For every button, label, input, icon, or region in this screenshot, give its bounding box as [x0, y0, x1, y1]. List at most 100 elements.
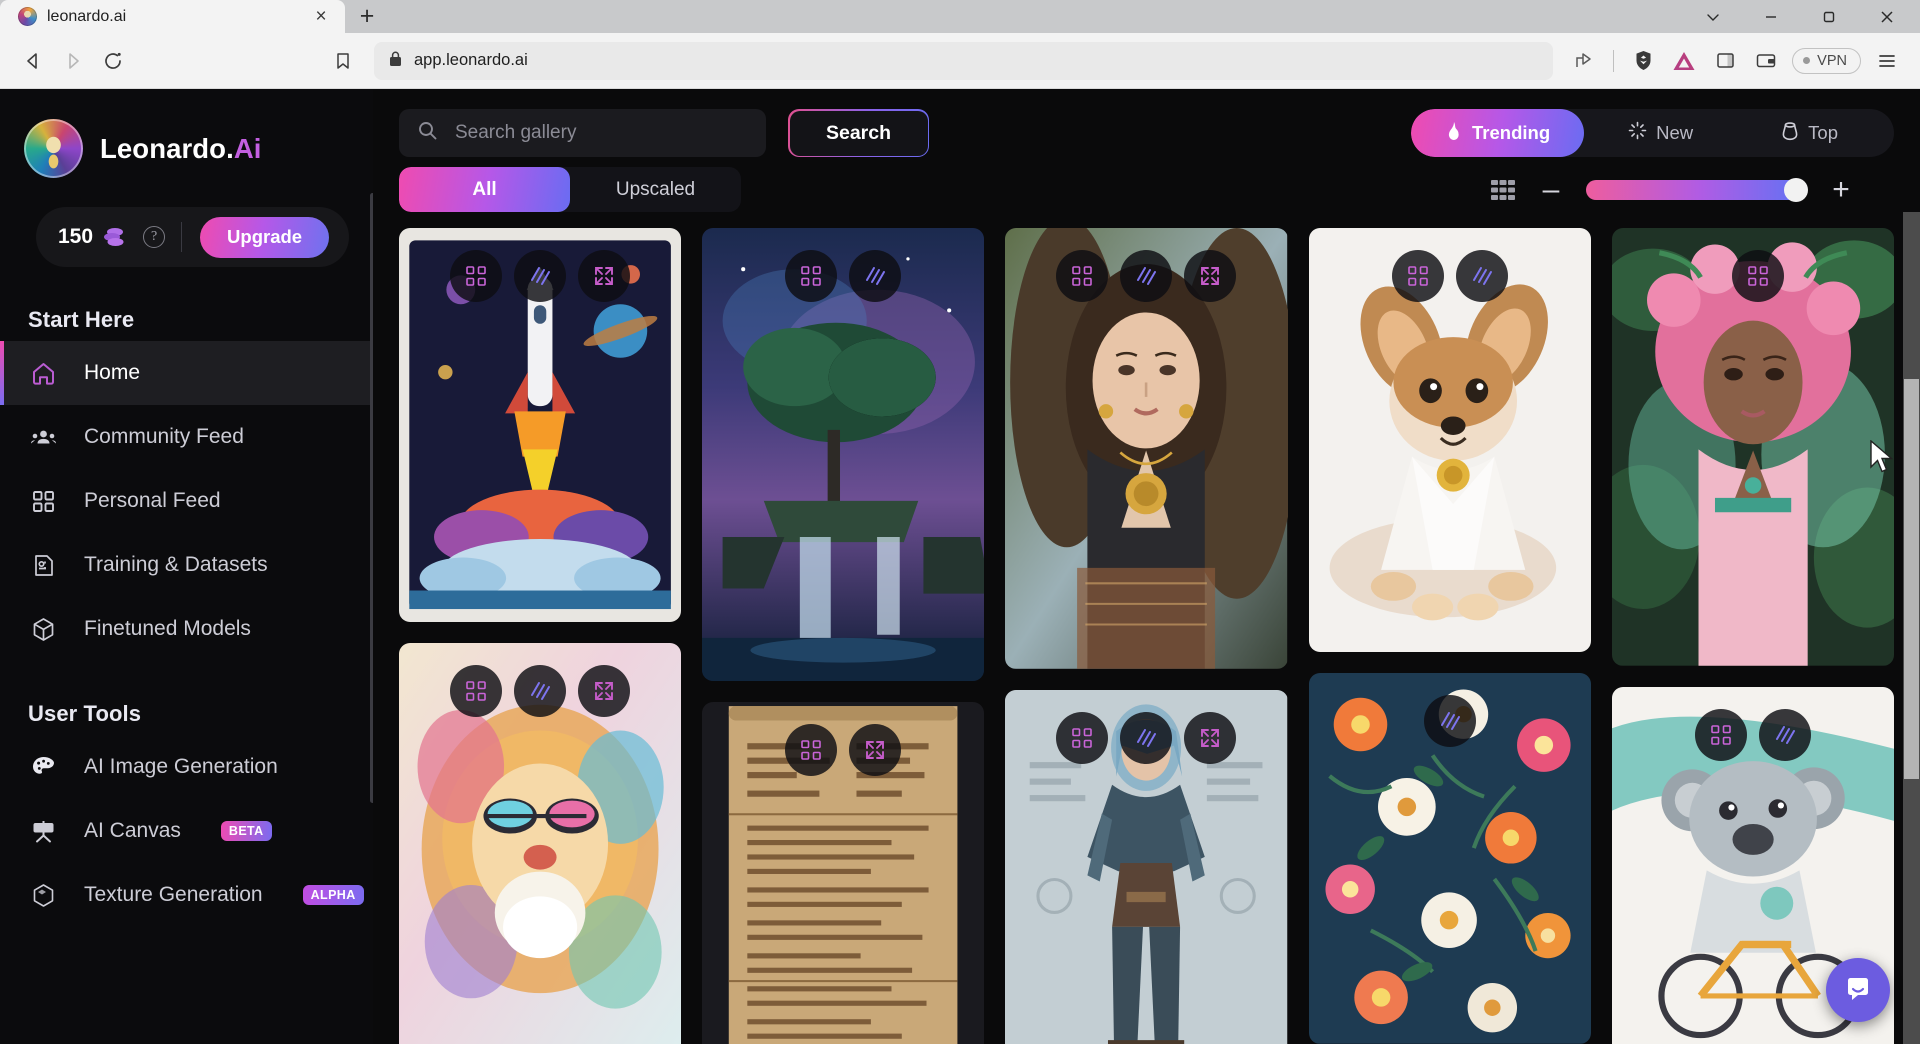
expand-arrows-icon[interactable]: [1184, 250, 1237, 302]
search-input[interactable]: [455, 122, 748, 144]
zoom-slider[interactable]: [1586, 177, 1808, 202]
grid-density-icon[interactable]: [1490, 179, 1516, 201]
share-icon[interactable]: [1565, 42, 1603, 80]
zoom-in-button[interactable]: +: [1828, 174, 1854, 205]
bookmark-icon[interactable]: [324, 42, 362, 80]
sidebar-item-ai-canvas[interactable]: AI Canvas BETA: [0, 799, 373, 863]
sidebar-item-texture-generation[interactable]: Texture Generation ALPHA: [0, 863, 373, 927]
help-question-icon[interactable]: ?: [143, 226, 166, 248]
sidebar-item-community-feed[interactable]: Community Feed: [0, 405, 373, 469]
main-scrollbar[interactable]: ▲: [1903, 89, 1920, 1044]
tab-trending[interactable]: Trending: [1411, 109, 1585, 157]
upgrade-button[interactable]: Upgrade: [200, 216, 330, 258]
brand-accent-text: Ai: [233, 132, 262, 164]
people-group-icon: [30, 424, 57, 451]
upscale-grid-icon[interactable]: [1391, 250, 1444, 302]
reload-icon[interactable]: [94, 42, 132, 80]
expand-arrows-icon[interactable]: [849, 724, 902, 777]
gallery-card[interactable]: [1308, 228, 1591, 653]
sidebar-item-finetuned-models[interactable]: Finetuned Models: [0, 597, 373, 661]
sidebar-panel-icon[interactable]: [1706, 42, 1744, 80]
cube-icon: [30, 616, 57, 643]
browser-navbar: app.leonardo.ai VPN: [0, 33, 1920, 89]
upscale-grid-icon[interactable]: [1694, 708, 1747, 761]
vpn-button[interactable]: VPN: [1792, 47, 1861, 74]
gallery-card[interactable]: [399, 643, 682, 1044]
zoom-out-button[interactable]: –: [1538, 174, 1564, 205]
easel-icon: [30, 818, 57, 845]
forward-arrow-icon[interactable]: [54, 42, 92, 80]
url-bar[interactable]: app.leonardo.ai: [374, 41, 1554, 80]
gallery-card[interactable]: [1005, 228, 1288, 669]
gallery-card[interactable]: [702, 228, 985, 682]
new-tab-button[interactable]: +: [345, 0, 389, 33]
card-actions: [1612, 708, 1894, 761]
zoom-controls: – +: [1490, 174, 1894, 205]
variation-lines-icon[interactable]: [1120, 250, 1173, 302]
tab-new[interactable]: New: [1584, 109, 1745, 157]
upscale-grid-icon[interactable]: [785, 250, 838, 302]
expand-arrows-icon[interactable]: [1184, 711, 1237, 764]
gallery-card[interactable]: [399, 228, 682, 623]
variation-lines-icon[interactable]: [1758, 708, 1811, 761]
gallery-card[interactable]: [1308, 673, 1591, 1044]
variation-lines-icon[interactable]: [514, 250, 567, 302]
tab-top[interactable]: Top: [1745, 109, 1894, 157]
upscale-grid-icon[interactable]: [450, 250, 503, 302]
search-icon: [417, 120, 438, 146]
close-window-button[interactable]: [1858, 0, 1916, 33]
favicon-leonardo-icon: [18, 7, 37, 26]
url-text: app.leonardo.ai: [414, 51, 528, 69]
divider: [181, 222, 183, 252]
grid-squares-icon: [30, 488, 57, 515]
tab-upscaled[interactable]: Upscaled: [570, 167, 741, 212]
brand[interactable]: Leonardo.Ai: [0, 89, 373, 178]
upscale-grid-icon[interactable]: [1731, 250, 1784, 302]
lock-icon: [388, 50, 403, 72]
sidebar-item-label: AI Canvas: [84, 819, 181, 842]
sidebar-item-training-datasets[interactable]: Training & Datasets: [0, 533, 373, 597]
close-icon[interactable]: ×: [309, 5, 333, 29]
brave-wallet-icon[interactable]: [1747, 42, 1785, 80]
search-field-wrap[interactable]: [399, 109, 766, 157]
variation-lines-icon[interactable]: [514, 665, 567, 718]
upscale-grid-icon[interactable]: [1056, 711, 1109, 764]
scrollbar-thumb[interactable]: [1904, 379, 1919, 779]
sidebar-item-label: Finetuned Models: [84, 617, 251, 640]
tab-all[interactable]: All: [399, 167, 570, 212]
zoom-slider-knob[interactable]: [1784, 177, 1808, 202]
toolbar-row-search: Search Trending New: [399, 109, 1894, 157]
back-arrow-icon[interactable]: [14, 42, 52, 80]
sidebar-item-ai-image-generation[interactable]: AI Image Generation: [0, 735, 373, 799]
minimize-button[interactable]: [1742, 0, 1800, 33]
gallery-card[interactable]: [702, 702, 985, 1044]
leonardo-triangle-icon[interactable]: [1665, 42, 1703, 80]
upscale-grid-icon[interactable]: [1056, 250, 1109, 302]
upscale-grid-icon[interactable]: [785, 724, 838, 777]
variation-lines-icon[interactable]: [1423, 695, 1476, 748]
brave-lion-shield-icon[interactable]: [1624, 42, 1662, 80]
gallery-card[interactable]: [1005, 689, 1288, 1044]
variation-lines-icon[interactable]: [849, 250, 902, 302]
browser-tab[interactable]: leonardo.ai ×: [0, 0, 345, 33]
maximize-button[interactable]: [1800, 0, 1858, 33]
status-badge: BETA: [220, 821, 272, 841]
hamburger-menu-icon[interactable]: [1868, 42, 1906, 80]
chevron-down-icon[interactable]: [1684, 0, 1742, 33]
sidebar-item-label: Training & Datasets: [84, 553, 268, 576]
sidebar-item-label: Texture Generation: [84, 883, 263, 906]
sidebar-item-home[interactable]: Home: [0, 341, 373, 405]
intercom-chat-button[interactable]: [1826, 958, 1890, 1022]
variation-lines-icon[interactable]: [1455, 250, 1508, 302]
upscale-grid-icon[interactable]: [450, 665, 503, 718]
gallery-card[interactable]: [1611, 228, 1894, 666]
expand-arrows-icon[interactable]: [578, 665, 631, 718]
sidebar-item-personal-feed[interactable]: Personal Feed: [0, 469, 373, 533]
search-button[interactable]: Search: [789, 110, 928, 156]
expand-arrows-icon[interactable]: [578, 250, 631, 302]
texture-cube-icon: [30, 882, 57, 909]
search-button-wrap: Search: [788, 109, 929, 157]
status-badge: ALPHA: [302, 885, 364, 905]
variation-lines-icon[interactable]: [1120, 711, 1173, 764]
divider: [1613, 49, 1615, 72]
